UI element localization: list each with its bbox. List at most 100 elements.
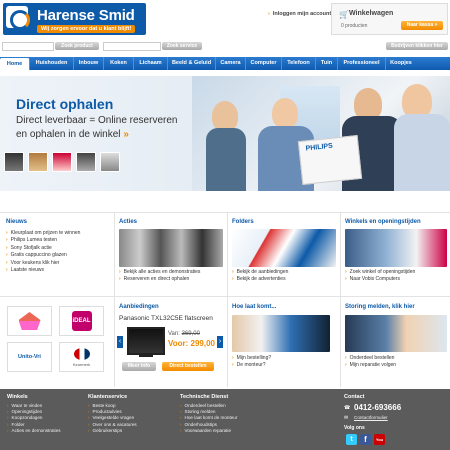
winkels-title: Winkels en openingstijden xyxy=(345,219,421,225)
next-arrow-icon[interactable]: › xyxy=(217,336,223,348)
main-nav: Home Huishouden Inbouw Koken Lichaam Bee… xyxy=(0,57,450,70)
footer-link[interactable]: Gebruikerstips xyxy=(88,428,137,434)
storing-link[interactable]: Onderdeel bestellen xyxy=(345,355,396,362)
nav-item[interactable]: Computer xyxy=(246,57,282,70)
footer-winkels-title: Winkels xyxy=(7,394,28,400)
service-search-button[interactable]: Zoek service xyxy=(162,42,202,50)
youtube-icon[interactable]: You xyxy=(374,434,385,445)
footer-klant-list: Beste koop Productadvies Veelgestelde vr… xyxy=(88,403,137,434)
service-search-input[interactable] xyxy=(103,42,161,51)
footer-tech-list: Onderdeel bestellen Storing melden Hoe l… xyxy=(180,403,238,434)
partner-logo[interactable]: Keurmerk xyxy=(59,342,104,372)
product-thumb xyxy=(4,152,24,172)
acties-list: Bekijk alle acties en demonstraties Rese… xyxy=(119,269,201,284)
winkels-link[interactable]: Zoek winkel of openingstijden xyxy=(345,269,416,276)
was-price: Van: 369,00 xyxy=(168,331,200,337)
acties-link[interactable]: Bekijk alle acties en demonstraties xyxy=(119,269,201,276)
cart-title[interactable]: Winkelwagen xyxy=(349,10,393,17)
nav-item[interactable]: Inbouw xyxy=(74,57,104,70)
tv-box: PHILIPS xyxy=(297,134,363,186)
storing-title: Storing melden, klik hier xyxy=(345,304,415,310)
winkels-list: Zoek winkel of openingstijden Naar Vobis… xyxy=(345,269,416,284)
news-link[interactable]: Sony Stofjalk actie xyxy=(6,245,80,252)
storing-image[interactable] xyxy=(345,315,447,352)
nav-item[interactable]: Lichaam xyxy=(134,57,168,70)
hero-banner[interactable]: Direct ophalen Direct leverbaar = Online… xyxy=(0,76,450,191)
product-thumbs xyxy=(4,152,136,174)
prev-arrow-icon[interactable]: ‹ xyxy=(117,336,123,348)
folders-image[interactable] xyxy=(232,229,336,267)
storing-link[interactable]: Mijn reparatie volgen xyxy=(345,362,396,369)
euronics-icon xyxy=(18,312,41,330)
partner-logo[interactable] xyxy=(7,306,52,336)
footer-link[interactable]: Hoe laat komt de monteur xyxy=(180,415,238,421)
slogan: Wij zorgen ervoor dat u klant blijft! xyxy=(37,25,136,33)
nav-item[interactable]: Tuin xyxy=(316,57,338,70)
banner-title: Direct ophalen xyxy=(16,96,114,112)
phone-number[interactable]: 0412-693666 xyxy=(354,403,401,412)
mail-icon: ✉ xyxy=(344,415,349,421)
folders-list: Bekijk de aanbiedingen Bekijk de adverte… xyxy=(232,269,289,284)
acties-link[interactable]: Reserveren en direct ophalen xyxy=(119,276,200,283)
hoelaat-title: Hoe laat komt... xyxy=(232,304,277,310)
hoelaat-image[interactable] xyxy=(232,315,330,352)
news-list: Kleurplaat om prijzen te winnen Philips … xyxy=(6,230,81,274)
partner-logo[interactable]: iDEAL xyxy=(59,306,104,336)
nav-item[interactable]: Beeld & Geluid xyxy=(168,57,216,70)
footer-contact-title: Contact xyxy=(344,394,365,400)
logo-mark-icon xyxy=(6,6,30,30)
hoelaat-link[interactable]: Mijn bestelling? xyxy=(232,355,271,362)
product-search-button[interactable]: Zoek product xyxy=(55,42,99,50)
nav-item[interactable]: Koopjes xyxy=(386,57,416,70)
nav-item[interactable]: Huishouden xyxy=(30,57,74,70)
footer-link[interactable]: Acties en demonstraties xyxy=(7,428,61,434)
phone-icon: ☎ xyxy=(344,405,351,411)
folders-link[interactable]: Bekijk de aanbiedingen xyxy=(232,269,289,276)
order-button[interactable]: Direct bestellen xyxy=(162,362,214,371)
footer-tech-title: Technische Dienst xyxy=(180,394,229,400)
partner-logo[interactable]: Unito-Vri xyxy=(7,342,52,372)
ideal-icon: iDEAL xyxy=(71,311,92,331)
acties-image[interactable] xyxy=(119,229,223,267)
news-link[interactable]: Laatste nieuws xyxy=(6,267,80,274)
facebook-icon[interactable]: f xyxy=(360,434,371,445)
news-link[interactable]: Voor keukens klik hier xyxy=(6,260,80,267)
follow-label: Volg ons xyxy=(344,425,365,431)
tv-image[interactable] xyxy=(127,327,165,355)
footer-link[interactable]: Voorwaarden reparatie xyxy=(180,428,237,434)
nav-item[interactable]: Professioneel xyxy=(338,57,386,70)
nav-item[interactable]: Home xyxy=(0,58,30,70)
product-search-input[interactable] xyxy=(2,42,54,51)
logo-name: Harense Smid xyxy=(37,7,135,24)
logo[interactable]: Harense Smid Wij zorgen ervoor dat u kla… xyxy=(3,3,146,35)
aanbiedingen-title: Aanbiedingen xyxy=(119,304,159,310)
contact-link[interactable]: Contactformulier xyxy=(354,415,388,420)
cart-count: 0 producten xyxy=(341,23,368,29)
folders-link[interactable]: Bekijk de advertenties xyxy=(232,276,288,283)
more-info-button[interactable]: Meer info xyxy=(122,362,156,371)
footer-link[interactable]: Veelgestelde vragen xyxy=(88,415,137,421)
now-price: Voor: 299,00 xyxy=(168,339,215,348)
nav-item[interactable]: Telefoon xyxy=(282,57,316,70)
cart-box: 🛒 Winkelwagen 0 producten Naar kassa » xyxy=(331,3,448,35)
login-link[interactable]: › Inloggen mijn account xyxy=(268,11,331,17)
news-title: Nieuws xyxy=(6,219,28,225)
acties-title: Acties xyxy=(119,219,138,225)
news-link[interactable]: Philips Lumea testen xyxy=(6,237,80,244)
checkout-button[interactable]: Naar kassa » xyxy=(401,21,443,30)
hoelaat-link[interactable]: De monteur? xyxy=(232,362,271,369)
banner-line1: Direct leverbaar = Online reserveren xyxy=(16,115,178,126)
twitter-icon[interactable]: t xyxy=(346,434,357,445)
cart-icon: 🛒 xyxy=(339,10,349,19)
winkels-link[interactable]: Naar Vobis Computers xyxy=(345,276,415,283)
news-link[interactable]: Gratis cappuccino glazen xyxy=(6,252,80,259)
news-link[interactable]: Kleurplaat om prijzen te winnen xyxy=(6,230,81,237)
nav-item[interactable]: Koken xyxy=(104,57,134,70)
business-button[interactable]: Bedrijven klikken hier xyxy=(386,42,448,50)
product-name[interactable]: Panasonic TXL32C5E flatscreen xyxy=(119,315,213,322)
nav-item[interactable]: Camera xyxy=(216,57,246,70)
footer-link[interactable]: Over ons & vacatures xyxy=(88,422,137,428)
arrow-icon: › xyxy=(268,11,270,17)
winkels-image[interactable] xyxy=(345,229,447,267)
footer-winkels-list: Waar te vinden Openingstijden Koopzondag… xyxy=(7,403,61,434)
